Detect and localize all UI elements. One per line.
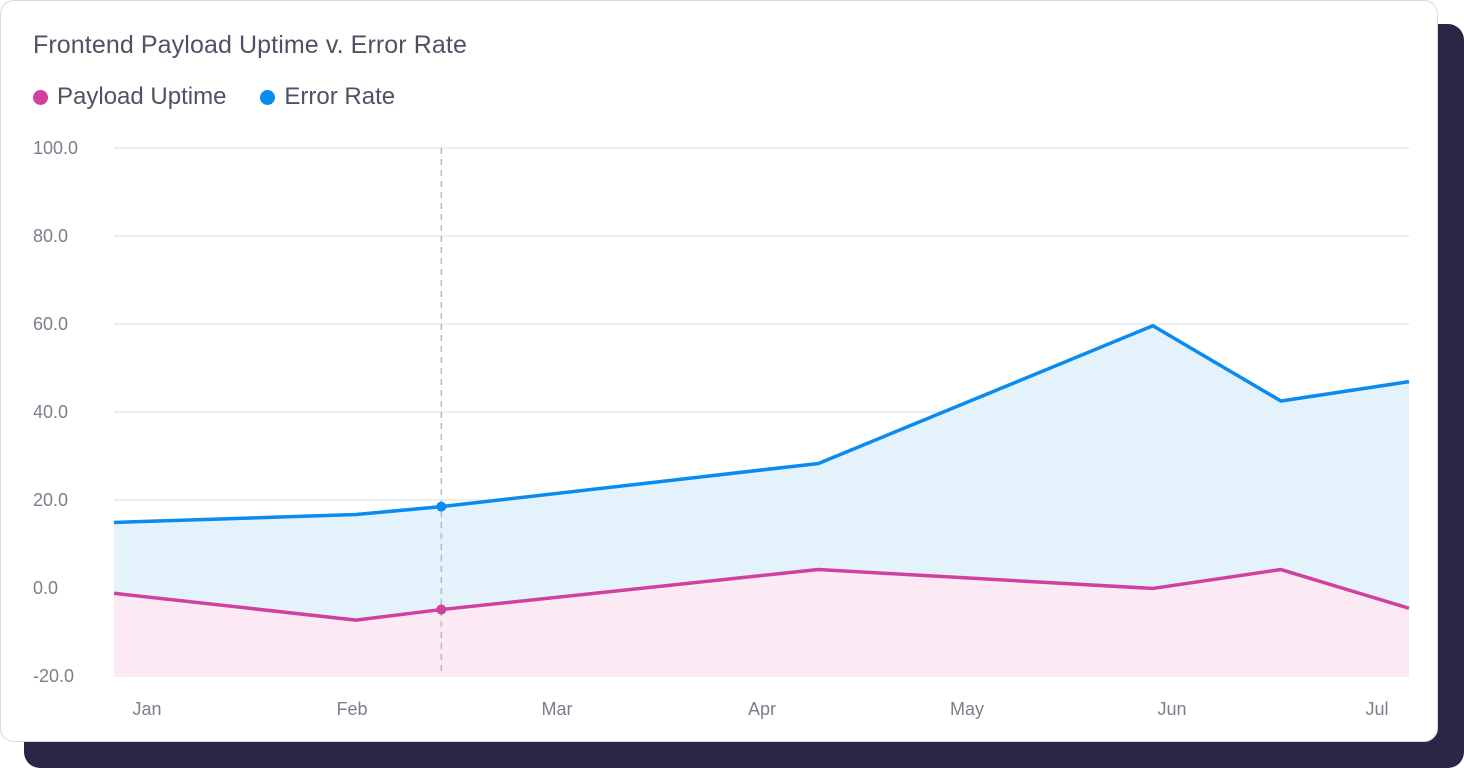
chart-card: Frontend Payload Uptime v. Error Rate Pa… (0, 0, 1438, 742)
x-tick-label: Jan (132, 699, 161, 719)
y-tick-label: 100.0 (33, 138, 78, 158)
x-tick-label: Feb (336, 699, 367, 719)
x-tick-label: Apr (748, 699, 776, 719)
hover-point-error-rate (436, 501, 447, 512)
x-tick-label: May (950, 699, 984, 719)
y-tick-label: 60.0 (33, 314, 68, 334)
y-tick-label: 0.0 (33, 578, 58, 598)
hover-point-payload-uptime (436, 604, 447, 615)
y-tick-label: 80.0 (33, 226, 68, 246)
x-tick-label: Mar (542, 699, 573, 719)
x-tick-label: Jul (1365, 699, 1388, 719)
y-tick-label: 40.0 (33, 402, 68, 422)
x-tick-label: Jun (1157, 699, 1186, 719)
chart-plot[interactable]: 100.0 80.0 60.0 40.0 20.0 0.0 -20.0 Jan Feb Mar Ap… (1, 1, 1439, 743)
y-tick-label: 20.0 (33, 490, 68, 510)
y-tick-label: -20.0 (33, 666, 74, 686)
